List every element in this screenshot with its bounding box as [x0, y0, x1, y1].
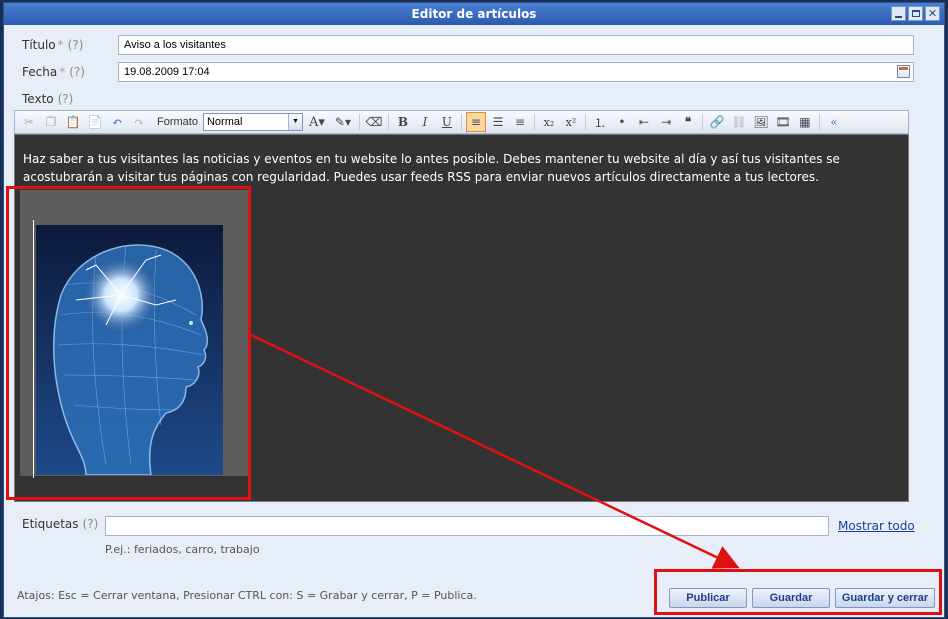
bulleted-list-icon[interactable]: • [612, 112, 632, 132]
image-icon[interactable]: 🖼 [751, 112, 771, 132]
tags-label-row: Etiquetas (?) [22, 517, 98, 531]
title-label: Título [22, 38, 56, 52]
toolbar-separator [701, 114, 703, 130]
align-right-icon[interactable]: ≡ [510, 112, 530, 132]
superscript-icon[interactable]: x² [561, 112, 581, 132]
date-label: Fecha [22, 65, 58, 79]
highlight-box-image [6, 186, 251, 500]
redo-icon[interactable]: ↷ [129, 112, 149, 132]
background-color-icon[interactable]: ✎▾ [331, 112, 355, 132]
format-select[interactable]: Normal ▼ [202, 113, 303, 131]
editor-body-text[interactable]: Haz saber a tus visitantes las noticias … [23, 150, 903, 186]
minimize-icon [895, 15, 902, 18]
blockquote-icon[interactable]: ❝ [678, 112, 698, 132]
editor-toolbar: ✂ ❐ 📋 📄 ↶ ↷ Formato Normal ▼ A▾ ✎▾ ⌫ B I… [14, 110, 909, 134]
shortcuts-text: Atajos: Esc = Cerrar ventana, Presionar … [17, 589, 477, 602]
toolbar-separator [358, 114, 360, 130]
remove-format-icon[interactable]: ⌫ [364, 112, 384, 132]
date-label-row: Fecha * (?) [22, 65, 85, 79]
toolbar-separator [460, 114, 462, 130]
link-icon[interactable]: 🔗 [707, 112, 727, 132]
maximize-icon [911, 10, 920, 17]
underline-icon[interactable]: U [437, 112, 457, 132]
format-label: Formato [157, 116, 198, 128]
table-icon[interactable]: ▦ [795, 112, 815, 132]
toolbar-separator [818, 114, 820, 130]
show-all-link[interactable]: Mostrar todo [838, 519, 915, 533]
cut-icon[interactable]: ✂ [19, 112, 39, 132]
minimize-button[interactable] [891, 6, 906, 21]
maximize-button[interactable] [908, 6, 923, 21]
outdent-icon[interactable]: ⇤ [634, 112, 654, 132]
unlink-icon[interactable]: ⛓ [729, 112, 749, 132]
title-label-row: Título * (?) [22, 38, 83, 52]
highlight-box-buttons [654, 569, 942, 615]
flash-icon[interactable]: 🎞 [773, 112, 793, 132]
tags-example: P.ej.: feriados, carro, trabajo [105, 543, 260, 556]
numbered-list-icon[interactable]: ⒈ [590, 112, 610, 132]
align-center-icon[interactable]: ☰ [488, 112, 508, 132]
text-label-row: Texto (?) [22, 92, 73, 106]
text-label: Texto [22, 92, 54, 106]
paste-icon[interactable]: 📋 [63, 112, 83, 132]
copy-icon[interactable]: ❐ [41, 112, 61, 132]
align-left-icon[interactable]: ≡ [465, 112, 486, 132]
close-button[interactable]: ✕ [925, 6, 940, 21]
text-help-link[interactable]: (?) [58, 92, 74, 106]
undo-icon[interactable]: ↶ [107, 112, 127, 132]
date-value: 19.08.2009 17:04 [124, 66, 210, 78]
date-help-link[interactable]: (?) [69, 65, 85, 79]
window-title: Editor de artículos [411, 7, 537, 21]
calendar-icon[interactable] [897, 65, 910, 78]
window-titlebar[interactable]: Editor de artículos ✕ [4, 3, 944, 25]
italic-icon[interactable]: I [415, 112, 435, 132]
title-input[interactable]: Aviso a los visitantes [118, 35, 914, 55]
subscript-icon[interactable]: x₂ [539, 112, 559, 132]
title-help-link[interactable]: (?) [68, 38, 84, 52]
date-required-mark: * [59, 65, 66, 79]
window-controls: ✕ [891, 6, 940, 21]
bold-icon[interactable]: B [393, 112, 413, 132]
tags-help-link[interactable]: (?) [83, 517, 99, 531]
close-icon: ✕ [927, 7, 938, 20]
font-color-icon[interactable]: A▾ [305, 112, 329, 132]
chevron-down-icon: ▼ [287, 114, 302, 130]
paste-text-icon[interactable]: 📄 [85, 112, 105, 132]
date-input[interactable]: 19.08.2009 17:04 [118, 62, 914, 82]
toolbar-separator [584, 114, 586, 130]
format-value: Normal [206, 116, 243, 128]
title-required-mark: * [57, 38, 64, 52]
tags-input[interactable] [105, 516, 829, 536]
toolbar-separator [387, 114, 389, 130]
indent-icon[interactable]: ⇥ [656, 112, 676, 132]
tags-label: Etiquetas [22, 517, 79, 531]
toolbar-separator [533, 114, 535, 130]
collapse-toolbar-icon[interactable]: « [824, 112, 844, 132]
